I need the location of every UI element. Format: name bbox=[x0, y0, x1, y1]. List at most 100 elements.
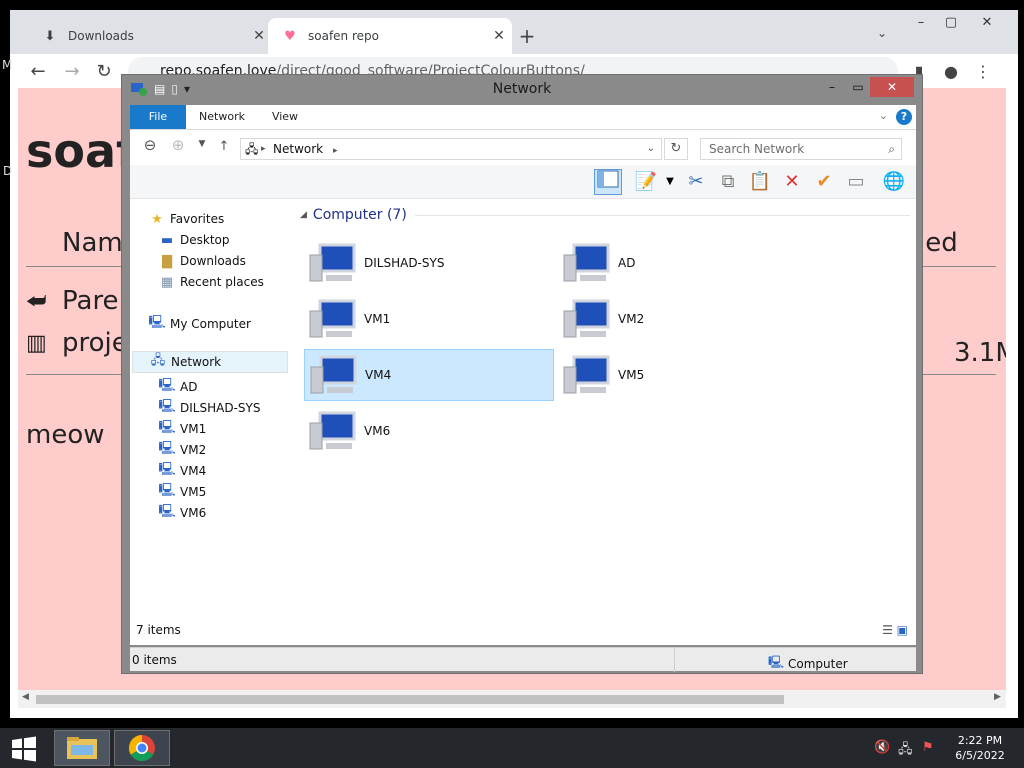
clock[interactable]: 2:22 PM 6/5/2022 bbox=[950, 733, 1010, 763]
reload-button[interactable]: ↻ bbox=[92, 60, 116, 84]
search-input[interactable]: Search Network ⌕ bbox=[700, 138, 902, 160]
back-button[interactable]: ⊖ bbox=[140, 136, 160, 154]
nav-label: My Computer bbox=[170, 317, 251, 331]
nav-my-computer[interactable]: 🖳 My Computer bbox=[148, 314, 251, 334]
maximize-button[interactable]: ▭ bbox=[844, 77, 872, 97]
nav-recent-places[interactable]: ▦ Recent places bbox=[158, 272, 264, 292]
tab-view[interactable]: View bbox=[260, 105, 310, 129]
file-explorer-taskbar-button[interactable] bbox=[54, 730, 110, 766]
computer-icon bbox=[563, 243, 610, 282]
refresh-button[interactable]: ↻ bbox=[664, 138, 688, 160]
computer-name: VM1 bbox=[364, 312, 391, 326]
command-bar: 📝 ▼ ✂ ⧉ 📋 ✕ ✔ ▭ 🌐 bbox=[130, 165, 916, 199]
collapse-group-icon[interactable]: ◢ bbox=[300, 210, 307, 220]
forward-button[interactable]: → bbox=[60, 60, 84, 84]
delete-icon[interactable]: ✕ bbox=[778, 169, 806, 195]
menu-icon[interactable]: ⋮ bbox=[972, 62, 994, 81]
computer-tile-vm5[interactable]: VM5 bbox=[558, 349, 808, 401]
copy-icon[interactable]: ⧉ bbox=[714, 169, 742, 195]
close-button[interactable]: ✕ bbox=[870, 77, 914, 97]
action-center-icon[interactable]: ⚑ bbox=[922, 740, 934, 755]
computer-tile-vm6[interactable]: VM6 bbox=[304, 405, 554, 457]
nav-network[interactable]: 🖧 Network bbox=[132, 351, 288, 373]
tab-downloads[interactable]: ⬇ Downloads ✕ bbox=[28, 18, 272, 54]
dropdown-icon[interactable]: ▼ bbox=[656, 169, 684, 195]
downloads-folder-icon: ▇ bbox=[162, 253, 172, 269]
recent-locations-icon[interactable]: ▼ bbox=[192, 139, 212, 149]
chrome-taskbar-button[interactable] bbox=[114, 730, 170, 766]
nav-label: VM1 bbox=[180, 422, 207, 436]
scroll-right-icon[interactable]: ▶ bbox=[994, 692, 1001, 702]
minimize-button[interactable]: – bbox=[906, 12, 936, 34]
nav-network-dilshad-sys[interactable]: 🖳 DILSHAD-SYS bbox=[158, 398, 260, 418]
nav-network-vm6[interactable]: 🖳 VM6 bbox=[158, 503, 206, 523]
tab-soafen-repo[interactable]: ♥ soafen repo ✕ bbox=[268, 18, 512, 54]
taskbar: 🔇 🖧 ⚑ 2:22 PM 6/5/2022 bbox=[0, 728, 1024, 768]
computer-icon bbox=[310, 355, 357, 394]
explorer-titlebar: ▤ ▯ ▾ Network – ▭ ✕ bbox=[122, 75, 922, 105]
help-icon[interactable]: ? bbox=[896, 109, 912, 125]
large-icons-view-icon[interactable]: ▣ bbox=[897, 623, 908, 637]
new-tab-button[interactable]: + bbox=[517, 24, 537, 48]
nav-network-ad[interactable]: 🖳 AD bbox=[158, 377, 197, 397]
chevron-right-icon[interactable]: ▸ bbox=[333, 146, 338, 156]
nav-favorites[interactable]: ★ Favorites bbox=[148, 209, 224, 229]
computer-tile-dilshad-sys[interactable]: DILSHAD-SYS bbox=[304, 237, 554, 289]
address-bar[interactable]: 🖧 ▸ Network ▸ ⌄ bbox=[240, 138, 662, 160]
volume-muted-icon[interactable]: 🔇 bbox=[874, 740, 890, 755]
forward-button[interactable]: ⊕ bbox=[168, 136, 188, 154]
network-status-icon[interactable]: 🖧 bbox=[898, 740, 913, 762]
chevron-right-icon[interactable]: ▸ bbox=[261, 139, 266, 159]
computer-tile-ad[interactable]: AD bbox=[558, 237, 808, 289]
file-size: 3.1M bbox=[954, 338, 1006, 368]
rename-icon[interactable]: ▭ bbox=[842, 169, 870, 195]
content-pane: ◢ Computer (7) DILSHAD-SYS AD VM1 VM2 VM… bbox=[290, 199, 916, 639]
scroll-left-icon[interactable]: ◀ bbox=[22, 692, 29, 702]
tab-search-button[interactable]: ⌄ bbox=[877, 26, 887, 40]
close-tab-icon[interactable]: ✕ bbox=[486, 28, 512, 44]
maximize-button[interactable]: ▢ bbox=[936, 12, 966, 34]
expand-ribbon-icon[interactable]: ⌄ bbox=[879, 109, 888, 122]
computer-name: VM4 bbox=[365, 368, 392, 382]
windows-start-icon[interactable] bbox=[8, 736, 40, 762]
scrollbar-thumb[interactable] bbox=[36, 695, 784, 704]
address-dropdown-icon[interactable]: ⌄ bbox=[647, 139, 655, 159]
group-header[interactable]: ◢ Computer (7) bbox=[300, 207, 910, 223]
view-switcher: ☰ ▣ bbox=[882, 623, 908, 637]
tab-network[interactable]: Network bbox=[192, 105, 252, 129]
column-modified-header[interactable]: ied bbox=[918, 228, 958, 258]
explorer-body: ★ Favorites ▬ Desktop ▇ Downloads ▦ Rece… bbox=[130, 199, 916, 645]
preview-pane-icon[interactable] bbox=[594, 169, 622, 195]
computer-tile-vm2[interactable]: VM2 bbox=[558, 293, 808, 345]
nav-network-vm5[interactable]: 🖳 VM5 bbox=[158, 482, 206, 502]
paste-icon[interactable]: 📋 bbox=[746, 169, 774, 195]
nav-desktop[interactable]: ▬ Desktop bbox=[158, 230, 230, 250]
list-item[interactable]: ⮨ Pare bbox=[26, 286, 119, 316]
check-icon[interactable]: ✔ bbox=[810, 169, 838, 195]
search-icon[interactable]: ⌕ bbox=[888, 139, 895, 159]
nav-downloads[interactable]: ▇ Downloads bbox=[158, 251, 246, 271]
computer-icon bbox=[563, 355, 610, 394]
up-button[interactable]: ↑ bbox=[214, 139, 234, 154]
tab-file[interactable]: File bbox=[130, 105, 186, 129]
cut-icon[interactable]: ✂ bbox=[682, 169, 710, 195]
nav-network-vm2[interactable]: 🖳 VM2 bbox=[158, 440, 206, 460]
nav-label: DILSHAD-SYS bbox=[180, 401, 261, 415]
profile-icon[interactable]: ● bbox=[940, 62, 962, 81]
details-view-icon[interactable]: ☰ bbox=[882, 623, 893, 637]
computer-tile-vm4[interactable]: VM4 bbox=[304, 349, 554, 401]
archive-icon: ▥ bbox=[26, 330, 47, 356]
computer-tile-vm1[interactable]: VM1 bbox=[304, 293, 554, 345]
back-button[interactable]: ← bbox=[26, 60, 50, 84]
nav-network-vm4[interactable]: 🖳 VM4 bbox=[158, 461, 206, 481]
minimize-button[interactable]: – bbox=[818, 77, 846, 97]
address-crumb[interactable]: Network bbox=[273, 142, 323, 156]
close-window-button[interactable]: ✕ bbox=[972, 12, 1002, 34]
zone-label: Computer bbox=[788, 656, 848, 671]
zone-info: 🖳 Computer bbox=[768, 653, 848, 674]
globe-icon[interactable]: 🌐 bbox=[880, 169, 908, 195]
horizontal-scrollbar[interactable]: ◀ ▶ bbox=[18, 690, 1006, 708]
list-item[interactable]: ▥ proje bbox=[26, 328, 128, 358]
clock-time: 2:22 PM bbox=[957, 734, 1003, 747]
nav-network-vm1[interactable]: 🖳 VM1 bbox=[158, 419, 206, 439]
